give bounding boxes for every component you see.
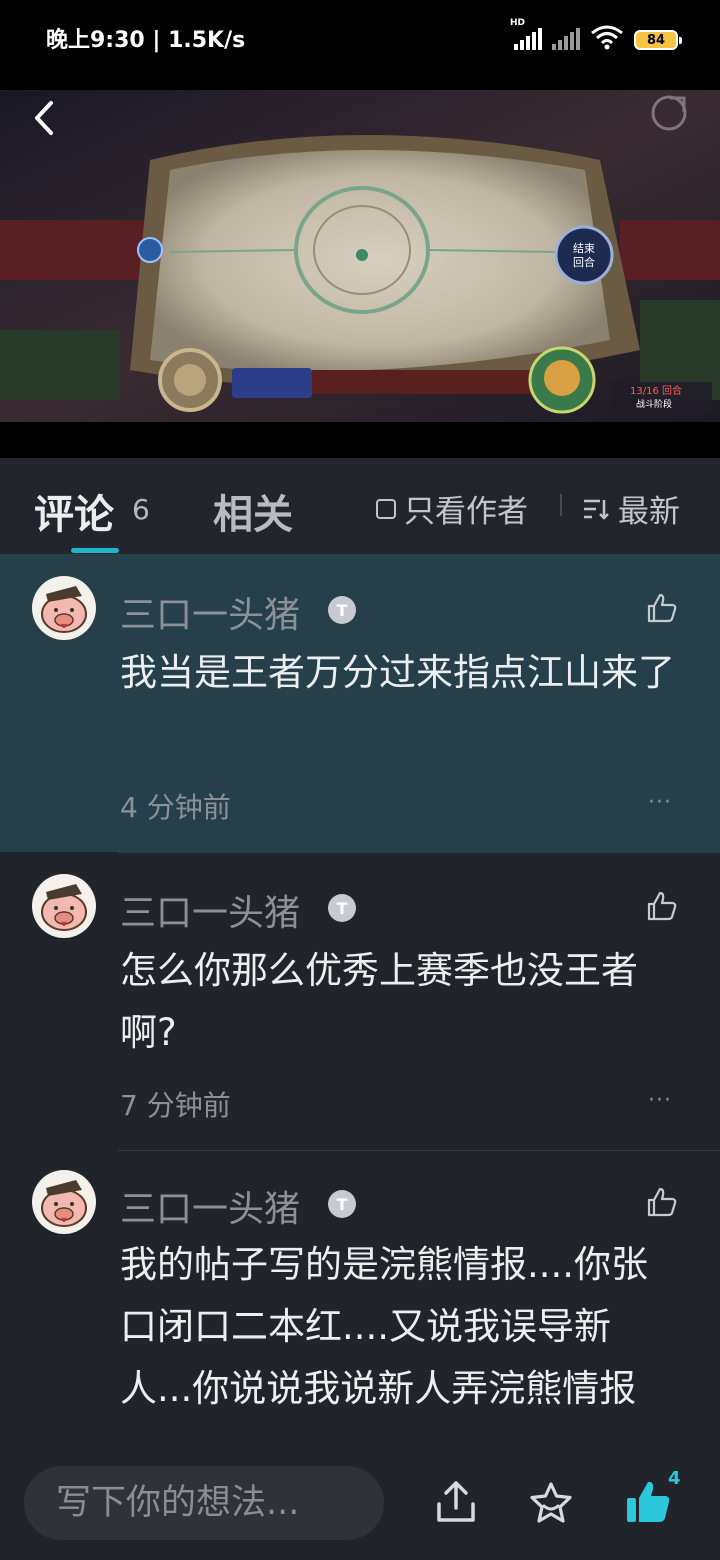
level-badge: T	[328, 894, 356, 922]
like-icon[interactable]	[646, 1186, 678, 1218]
author-only-label: 只看作者	[404, 494, 528, 530]
comment-time: 4 分钟前	[120, 791, 231, 824]
status-icons: HD 84	[510, 18, 682, 50]
comment-text: 我当是王者万分过来指点江山来了	[120, 651, 675, 694]
favorite-icon[interactable]	[528, 1480, 574, 1526]
signal-hd-icon: HD	[510, 18, 542, 50]
back-icon	[35, 101, 53, 135]
more-icon[interactable]: ···	[648, 790, 672, 815]
end-round-text-2: 回合	[573, 255, 595, 269]
comment-item[interactable]: 三口一头猪 T 我当是王者万分过来指点江山来了 4 分钟前 ···	[0, 554, 720, 852]
separator	[118, 1150, 720, 1151]
tab-related[interactable]: 相关	[213, 482, 293, 540]
status-bar: 晚上9:30 | 1.5K/s HD 84	[0, 0, 720, 90]
round-text: 13/16 回合	[630, 384, 682, 397]
author-only-filter[interactable]: 只看作者	[376, 486, 528, 531]
avatar[interactable]	[32, 874, 96, 938]
game-board-image: 结束 回合 13/16 回合 战斗阶段	[0, 90, 720, 458]
level-badge: T	[328, 1190, 356, 1218]
status-time: 晚上9:30 | 1.5K/s	[46, 28, 246, 53]
divider	[560, 494, 562, 516]
like-icon[interactable]	[646, 890, 678, 922]
back-button[interactable]	[22, 96, 66, 140]
comment-text: 我的帖子写的是浣熊情报....你张口闭口二本红....又说我误导新人...你说说…	[120, 1243, 649, 1410]
comment-list: 三口一头猪 T 我当是王者万分过来指点江山来了 4 分钟前 ··· 三口一头猪 …	[0, 554, 720, 1442]
end-round-text: 结束	[573, 242, 595, 255]
comment-item[interactable]: 三口一头猪 T 怎么你那么优秀上赛季也没王者啊? 7 分钟前 ···	[0, 852, 720, 1150]
comment-item[interactable]: 三口一头猪 T 我的帖子写的是浣熊情报....你张口闭口二本红....又说我误导…	[0, 1150, 720, 1442]
battery-icon: 84	[634, 30, 682, 50]
separator	[118, 852, 720, 853]
sort-button[interactable]: 最新	[582, 486, 680, 531]
phase-text: 战斗阶段	[636, 398, 672, 410]
upload-icon[interactable]	[434, 1478, 478, 1526]
avatar[interactable]	[32, 1170, 96, 1234]
comment-text: 怎么你那么优秀上赛季也没王者啊?	[120, 949, 638, 1054]
username[interactable]: 三口一头猪	[120, 586, 300, 638]
tab-comments[interactable]: 评论	[34, 482, 114, 540]
avatar[interactable]	[32, 576, 96, 640]
signal-icon	[552, 28, 580, 50]
share-icon[interactable]	[648, 92, 690, 134]
sort-label: 最新	[618, 494, 680, 530]
pig-avatar-icon	[41, 1180, 87, 1227]
like-count: 4	[668, 1468, 681, 1489]
thumbs-up-icon[interactable]	[624, 1478, 672, 1526]
like-icon[interactable]	[646, 592, 678, 624]
comment-input-box[interactable]	[24, 1466, 384, 1540]
checkbox-icon[interactable]	[376, 498, 396, 519]
wifi-icon	[591, 25, 623, 50]
username[interactable]: 三口一头猪	[120, 884, 300, 936]
comment-time: 7 分钟前	[120, 1089, 231, 1122]
username[interactable]: 三口一头猪	[120, 1180, 300, 1232]
sort-icon	[584, 499, 609, 520]
pig-avatar-icon	[41, 884, 87, 931]
comment-input[interactable]	[24, 1466, 384, 1540]
tab-indicator	[71, 548, 119, 553]
pig-avatar-icon	[41, 586, 87, 633]
more-icon[interactable]: ···	[648, 1088, 672, 1113]
video-player[interactable]: 结束 回合 13/16 回合 战斗阶段	[0, 90, 720, 458]
comment-count: 6	[132, 493, 150, 526]
level-badge: T	[328, 596, 356, 624]
